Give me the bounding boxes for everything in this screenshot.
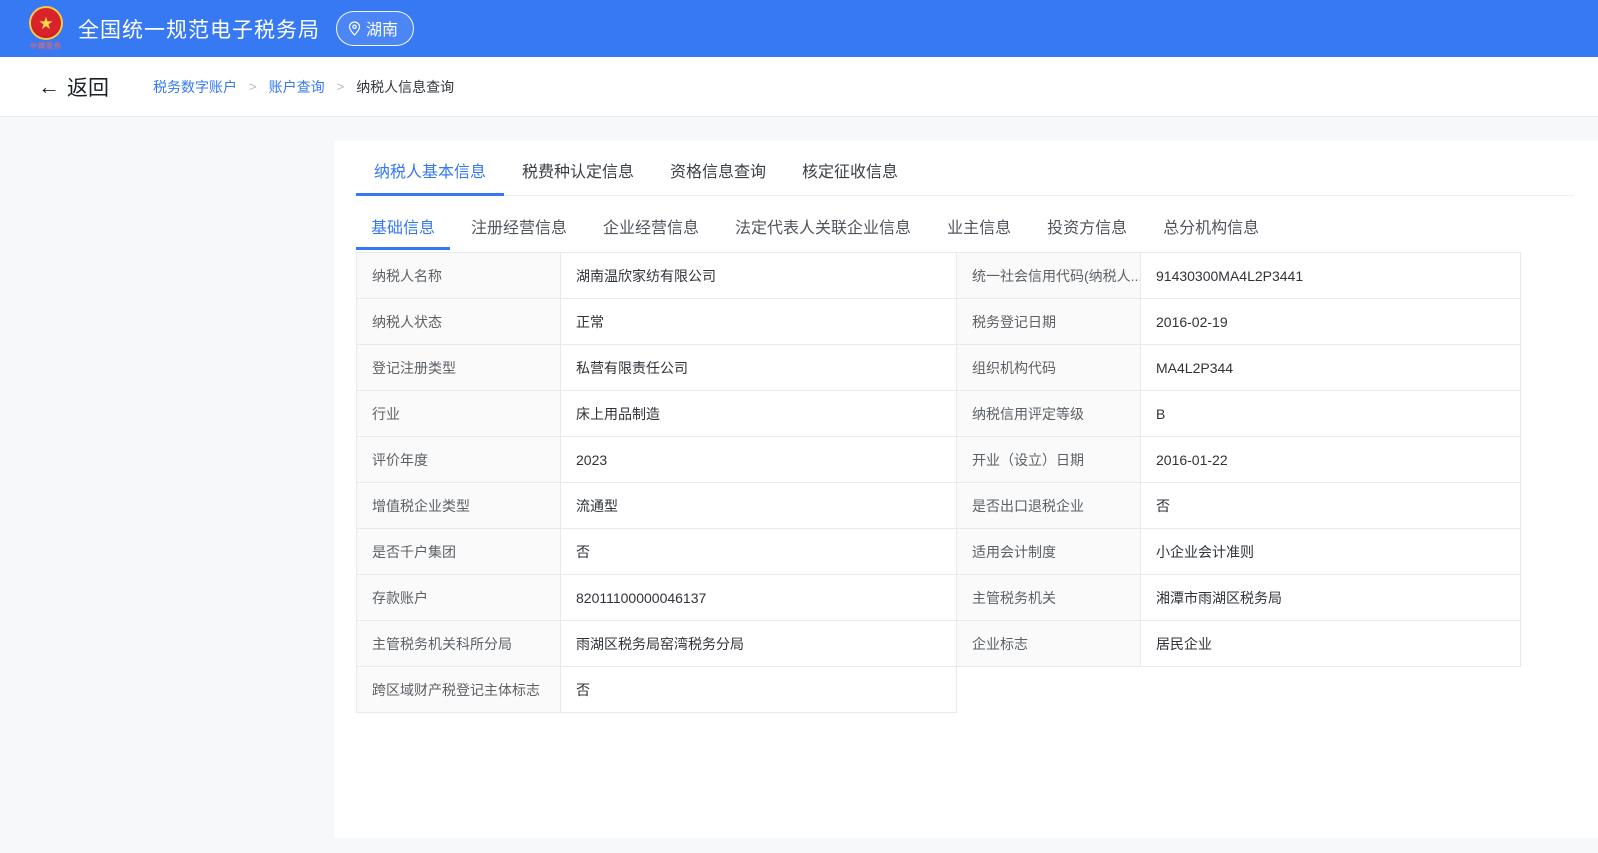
table-row: 企业标志居民企业 — [957, 621, 1521, 667]
back-button-label: 返回 — [67, 72, 109, 102]
field-value: 湘潭市雨湖区税务局 — [1141, 575, 1521, 621]
location-badge-label: 湖南 — [366, 16, 398, 40]
back-button[interactable]: ← 返回 — [38, 72, 109, 102]
field-value: 雨湖区税务局窑湾税务分局 — [561, 621, 957, 667]
field-label: 税务登记日期 — [957, 299, 1141, 345]
field-label: 组织机构代码 — [957, 345, 1141, 391]
field-label: 登记注册类型 — [357, 345, 561, 391]
table-row: 主管税务机关湘潭市雨湖区税务局 — [957, 575, 1521, 621]
field-label: 开业（设立）日期 — [957, 437, 1141, 483]
table-row: 主管税务机关科所分局雨湖区税务局窑湾税务分局 — [357, 621, 957, 667]
field-value: 2016-02-19 — [1141, 299, 1521, 345]
field-label: 是否出口退税企业 — [957, 483, 1141, 529]
table-row: 登记注册类型私营有限责任公司 — [357, 345, 957, 391]
field-value: 私营有限责任公司 — [561, 345, 957, 391]
table-row: 增值税企业类型流通型 — [357, 483, 957, 529]
field-value: 2023 — [561, 437, 957, 483]
basic-info-table-left: 纳税人名称湖南温欣家纺有限公司纳税人状态正常登记注册类型私营有限责任公司行业床上… — [356, 252, 957, 713]
field-value: 正常 — [561, 299, 957, 345]
basic-info-table-right: 统一社会信用代码(纳税人...91430300MA4L2P3441税务登记日期2… — [956, 252, 1521, 667]
field-label: 主管税务机关 — [957, 575, 1141, 621]
table-row: 组织机构代码MA4L2P344 — [957, 345, 1521, 391]
breadcrumb: 税务数字账户 > 账户查询 > 纳税人信息查询 — [153, 77, 454, 97]
breadcrumb-bar: ← 返回 税务数字账户 > 账户查询 > 纳税人信息查询 — [0, 57, 1598, 117]
table-row: 评价年度2023 — [357, 437, 957, 483]
field-label: 主管税务机关科所分局 — [357, 621, 561, 667]
sub-tab-6[interactable]: 总分机构信息 — [1148, 202, 1274, 250]
page-content: 纳税人基本信息税费种认定信息资格信息查询核定征收信息 基础信息注册经营信息企业经… — [0, 141, 1598, 838]
field-label: 纳税人状态 — [357, 299, 561, 345]
field-value: 否 — [1141, 483, 1521, 529]
field-label: 行业 — [357, 391, 561, 437]
field-value: 居民企业 — [1141, 621, 1521, 667]
field-value: 床上用品制造 — [561, 391, 957, 437]
field-value: 小企业会计准则 — [1141, 529, 1521, 575]
field-value: 82011100000046137 — [561, 575, 957, 621]
page-title: 全国统一规范电子税务局 — [78, 14, 320, 44]
main-tab-2[interactable]: 资格信息查询 — [652, 145, 784, 196]
table-row: 适用会计制度小企业会计准则 — [957, 529, 1521, 575]
field-value: 湖南温欣家纺有限公司 — [561, 253, 957, 299]
location-badge[interactable]: 湖南 — [336, 11, 414, 46]
sub-tab-3[interactable]: 法定代表人关联企业信息 — [720, 202, 926, 250]
table-row: 是否出口退税企业否 — [957, 483, 1521, 529]
location-pin-icon — [348, 21, 361, 36]
field-label: 统一社会信用代码(纳税人... — [957, 253, 1141, 299]
table-row: 税务登记日期2016-02-19 — [957, 299, 1521, 345]
main-tab-0[interactable]: 纳税人基本信息 — [356, 145, 504, 196]
sub-tab-bar: 基础信息注册经营信息企业经营信息法定代表人关联企业信息业主信息投资方信息总分机构… — [356, 202, 1574, 250]
basic-info-tables: 纳税人名称湖南温欣家纺有限公司纳税人状态正常登记注册类型私营有限责任公司行业床上… — [356, 252, 1574, 713]
field-value: 91430300MA4L2P3441 — [1141, 253, 1521, 299]
field-value: 流通型 — [561, 483, 957, 529]
sub-tab-0[interactable]: 基础信息 — [356, 202, 450, 250]
field-label: 企业标志 — [957, 621, 1141, 667]
emblem-caption: 中国税务 — [30, 41, 62, 51]
field-label: 评价年度 — [357, 437, 561, 483]
field-label: 存款账户 — [357, 575, 561, 621]
sub-tab-5[interactable]: 投资方信息 — [1032, 202, 1142, 250]
field-label: 增值税企业类型 — [357, 483, 561, 529]
table-row: 纳税人状态正常 — [357, 299, 957, 345]
table-row: 跨区域财产税登记主体标志否 — [357, 667, 957, 713]
breadcrumb-separator-icon: > — [337, 79, 345, 94]
breadcrumb-item-current: 纳税人信息查询 — [356, 77, 454, 97]
field-label: 纳税人名称 — [357, 253, 561, 299]
table-row: 开业（设立）日期2016-01-22 — [957, 437, 1521, 483]
table-row: 存款账户82011100000046137 — [357, 575, 957, 621]
sub-tab-1[interactable]: 注册经营信息 — [456, 202, 582, 250]
main-tab-bar: 纳税人基本信息税费种认定信息资格信息查询核定征收信息 — [356, 145, 1574, 196]
sub-tab-4[interactable]: 业主信息 — [932, 202, 1026, 250]
table-row: 统一社会信用代码(纳税人...91430300MA4L2P3441 — [957, 253, 1521, 299]
field-label: 适用会计制度 — [957, 529, 1141, 575]
breadcrumb-separator-icon: > — [249, 79, 257, 94]
field-label: 纳税信用评定等级 — [957, 391, 1141, 437]
field-value: 否 — [561, 667, 957, 713]
breadcrumb-item-tax-digital-account[interactable]: 税务数字账户 — [153, 77, 237, 97]
app-header: ★ 中国税务 全国统一规范电子税务局 湖南 — [0, 0, 1598, 57]
table-row: 纳税信用评定等级B — [957, 391, 1521, 437]
table-row: 行业床上用品制造 — [357, 391, 957, 437]
emblem-star-icon: ★ — [29, 6, 63, 40]
main-tab-1[interactable]: 税费种认定信息 — [504, 145, 652, 196]
main-tab-3[interactable]: 核定征收信息 — [784, 145, 916, 196]
field-value: 否 — [561, 529, 957, 575]
field-value: MA4L2P344 — [1141, 345, 1521, 391]
field-label: 是否千户集团 — [357, 529, 561, 575]
field-label: 跨区域财产税登记主体标志 — [357, 667, 561, 713]
national-emblem-icon: ★ 中国税务 — [26, 6, 66, 51]
back-arrow-icon: ← — [38, 76, 60, 98]
breadcrumb-item-account-query[interactable]: 账户查询 — [269, 77, 325, 97]
table-row: 纳税人名称湖南温欣家纺有限公司 — [357, 253, 957, 299]
sub-tab-2[interactable]: 企业经营信息 — [588, 202, 714, 250]
field-value: 2016-01-22 — [1141, 437, 1521, 483]
field-value: B — [1141, 391, 1521, 437]
taxpayer-info-card: 纳税人基本信息税费种认定信息资格信息查询核定征收信息 基础信息注册经营信息企业经… — [334, 141, 1598, 838]
table-row: 是否千户集团否 — [357, 529, 957, 575]
